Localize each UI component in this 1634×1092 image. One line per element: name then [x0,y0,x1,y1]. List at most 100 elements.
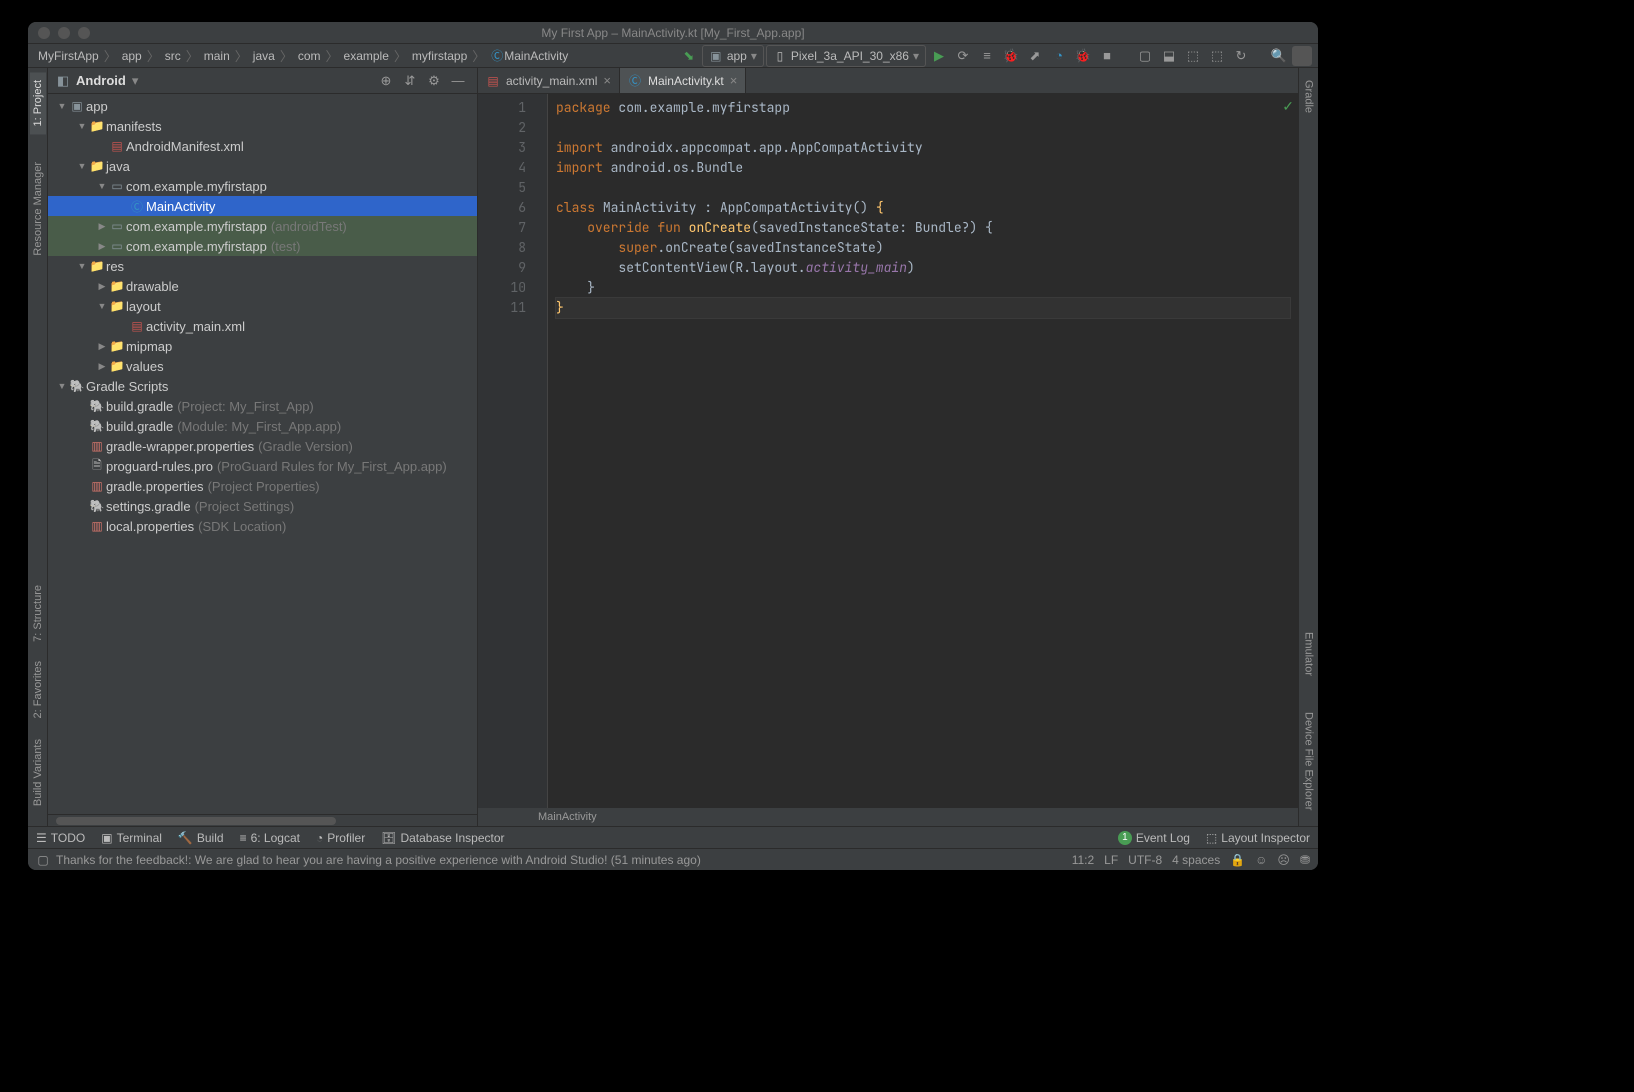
expand-icon[interactable]: ▼ [96,181,108,191]
breadcrumb-item[interactable]: main [200,46,234,66]
expand-icon[interactable]: ▼ [56,101,68,111]
sdk-manager-button[interactable]: ⬓ [1158,45,1180,67]
tree-row-androidmanifest-xml[interactable]: ▤AndroidManifest.xml [48,136,477,156]
tree-row-layout[interactable]: ▼📁layout [48,296,477,316]
resource-button[interactable]: ⬚ [1206,45,1228,67]
layout-button[interactable]: ⬚ [1182,45,1204,67]
breadcrumb-item[interactable]: app [118,46,146,66]
avd-manager-button[interactable]: ▢ [1134,45,1156,67]
code-line[interactable] [556,178,1290,198]
code-line[interactable] [556,118,1290,138]
collapse-all-button[interactable]: ⇵ [399,70,421,92]
breadcrumb-item[interactable]: src [161,46,185,66]
tree-row-mainactivity[interactable]: ⒸMainActivity [48,196,477,216]
close-window-icon[interactable] [38,27,50,39]
code-line[interactable]: override fun onCreate(savedInstanceState… [556,218,1290,238]
expand-icon[interactable]: ▶ [96,341,108,352]
tab-resource-manager[interactable]: Resource Manager [30,154,46,264]
debug-button[interactable]: 🐞 [1000,45,1022,67]
horizontal-scrollbar[interactable] [48,814,477,826]
tree-row-build-gradle[interactable]: 🐘build.gradle(Module: My_First_App.app) [48,416,477,436]
tree-row-res[interactable]: ▼📁res [48,256,477,276]
tab-logcat[interactable]: ≡6: Logcat [240,831,300,845]
breadcrumb-item[interactable]: MyFirstApp [34,46,103,66]
project-tree[interactable]: ▼▣app▼📁manifests▤AndroidManifest.xml▼📁ja… [48,94,477,814]
tab-structure[interactable]: 7: Structure [30,577,46,650]
tree-row-drawable[interactable]: ▶📁drawable [48,276,477,296]
expand-icon[interactable]: ▼ [76,121,88,131]
tree-row-build-gradle[interactable]: 🐘build.gradle(Project: My_First_App) [48,396,477,416]
tree-row-com-example-myfirstapp[interactable]: ▶▭com.example.myfirstapp(test) [48,236,477,256]
breadcrumb-item[interactable]: example [340,46,393,66]
device-combo[interactable]: ▯ Pixel_3a_API_30_x86 ▾ [766,45,926,67]
tree-row-activity_main-xml[interactable]: ▤activity_main.xml [48,316,477,336]
tree-row-gradle-properties[interactable]: ▥gradle.properties(Project Properties) [48,476,477,496]
expand-icon[interactable]: ▶ [96,221,108,232]
breadcrumb-item[interactable]: java [249,46,279,66]
breadcrumb-item[interactable]: com [294,46,325,66]
expand-icon[interactable]: ▶ [96,361,108,372]
update-button[interactable]: ↻ [1230,45,1252,67]
tree-row-com-example-myfirstapp[interactable]: ▶▭com.example.myfirstapp(androidTest) [48,216,477,236]
indent-setting[interactable]: 4 spaces [1172,853,1220,867]
tree-row-gradle-scripts[interactable]: ▼🐘Gradle Scripts [48,376,477,396]
profile-button[interactable]: ◔ [1048,45,1070,67]
run-button[interactable]: ▶ [928,45,950,67]
scroll-from-source-button[interactable]: ⊕ [375,70,397,92]
memory-indicator-icon[interactable]: ⛃ [1300,853,1310,867]
maximize-window-icon[interactable] [78,27,90,39]
close-tab-icon[interactable]: × [603,73,611,88]
apply-code-button[interactable]: ≡ [976,45,998,67]
tree-row-mipmap[interactable]: ▶📁mipmap [48,336,477,356]
lock-icon[interactable]: 🔒 [1230,853,1245,867]
tab-mainactivity-kt[interactable]: ⒸMainActivity.kt× [620,68,746,93]
expand-icon[interactable]: ▼ [76,261,88,271]
code-line[interactable]: import android.os.Bundle [556,158,1290,178]
project-view-mode[interactable]: Android [76,73,126,88]
code-line[interactable]: package com.example.myfirstapp [556,98,1290,118]
face-sad-icon[interactable]: ☹ [1277,853,1290,867]
tree-row-gradle-wrapper-properties[interactable]: ▥gradle-wrapper.properties(Gradle Versio… [48,436,477,456]
tree-row-local-properties[interactable]: ▥local.properties(SDK Location) [48,516,477,536]
tab-profiler[interactable]: ◔Profiler [316,831,365,845]
coverage-button[interactable]: ⬈ [1024,45,1046,67]
tab-device-file-explorer[interactable]: Device File Explorer [1301,704,1317,818]
file-encoding[interactable]: UTF-8 [1128,853,1162,867]
code-line[interactable]: class MainActivity : AppCompatActivity()… [556,198,1290,218]
hide-button[interactable]: — [447,70,469,92]
breadcrumb-item[interactable]: myfirstapp [408,46,471,66]
tab-project[interactable]: 1: Project [30,72,46,134]
code-line[interactable]: } [556,278,1290,298]
chevron-down-icon[interactable]: ▾ [132,73,139,89]
tree-row-values[interactable]: ▶📁values [48,356,477,376]
tab-terminal[interactable]: ▣Terminal [101,831,162,845]
settings-icon[interactable]: ⚙ [423,70,445,92]
breadcrumb-item[interactable]: ⒸMainActivity [486,46,572,66]
apply-changes-button[interactable]: ⟳ [952,45,974,67]
expand-icon[interactable]: ▼ [96,301,108,311]
tree-row-app[interactable]: ▼▣app [48,96,477,116]
tree-row-java[interactable]: ▼📁java [48,156,477,176]
run-config-combo[interactable]: ▣ app ▾ [702,45,764,67]
expand-icon[interactable]: ▼ [56,381,68,391]
expand-icon[interactable]: ▼ [76,161,88,171]
code-line[interactable]: import androidx.appcompat.app.AppCompatA… [556,138,1290,158]
expand-icon[interactable]: ▶ [96,281,108,292]
line-separator[interactable]: LF [1104,853,1118,867]
tree-row-com-example-myfirstapp[interactable]: ▼▭com.example.myfirstapp [48,176,477,196]
tab-database-inspector[interactable]: 🗄Database Inspector [381,831,504,845]
tab-emulator[interactable]: Emulator [1301,624,1317,684]
tab-build[interactable]: 🔨Build [178,831,224,845]
sync-gradle-button[interactable]: ⬊ [678,45,700,67]
tab-layout-inspector[interactable]: ⬚Layout Inspector [1206,831,1310,845]
tab-favorites[interactable]: 2: Favorites [30,653,46,726]
tool-windows-icon[interactable]: ▢ [36,853,50,867]
tree-row-manifests[interactable]: ▼📁manifests [48,116,477,136]
expand-icon[interactable]: ▶ [96,241,108,252]
code-editor[interactable]: package com.example.myfirstapp import an… [548,94,1298,808]
cursor-position[interactable]: 11:2 [1072,853,1094,867]
tree-row-proguard-rules-pro[interactable]: 🗎proguard-rules.pro(ProGuard Rules for M… [48,456,477,476]
code-line[interactable]: super.onCreate(savedInstanceState) [556,238,1290,258]
search-everywhere-button[interactable]: 🔍 [1268,45,1290,67]
tab-activity_main-xml[interactable]: ▤activity_main.xml× [478,68,620,93]
